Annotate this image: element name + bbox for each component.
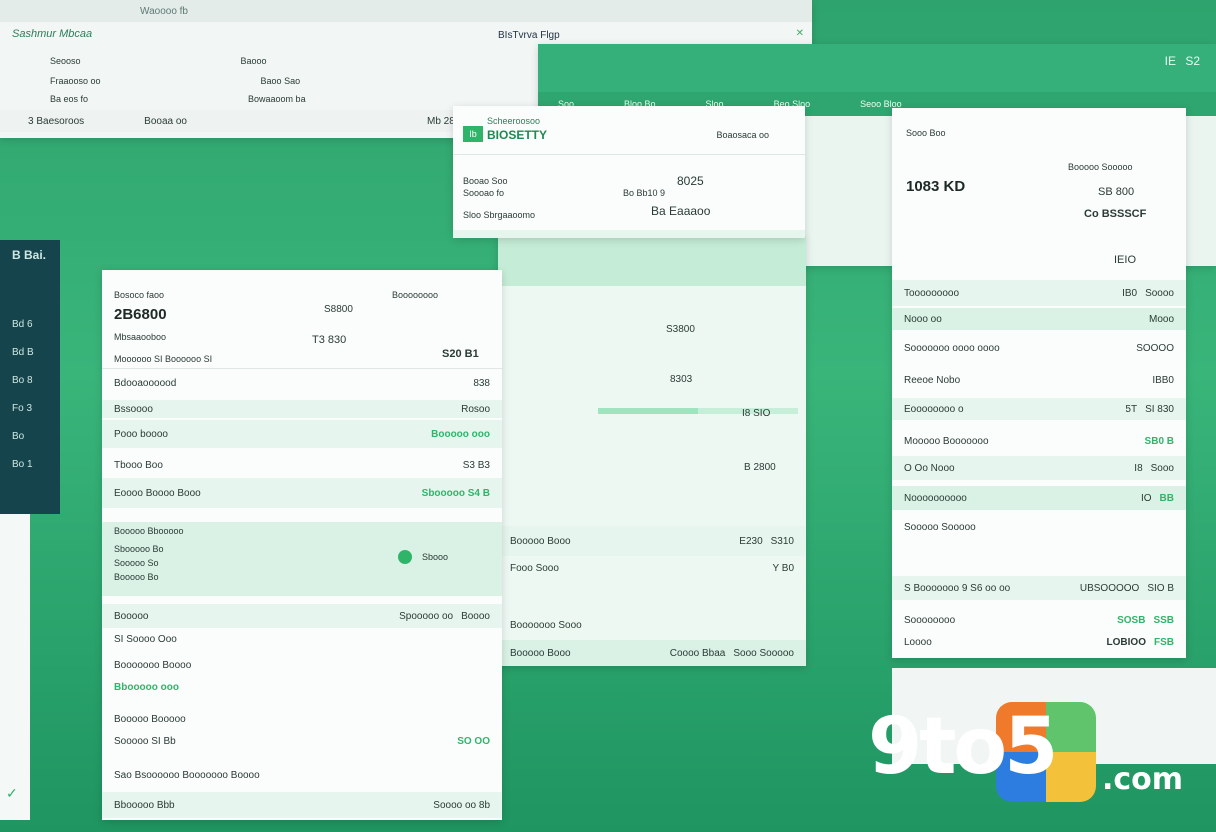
card-center-value: Ba Eaaaoo bbox=[651, 204, 711, 218]
panel-mid-row: Fooo Sooo Y B0 bbox=[510, 562, 794, 574]
card-left-row-label: Moooooo SI Boooooo SI bbox=[114, 354, 213, 364]
amount: 8303 bbox=[670, 374, 693, 385]
card-left-row: Sooooo SI Bb SO OO bbox=[114, 735, 490, 747]
card-left-block-label: Booooo Bbooooo bbox=[114, 526, 184, 536]
card-left-row: Pooo boooo Booooo ooo bbox=[102, 420, 502, 448]
card-left-row: Bssoooo Rosoo bbox=[102, 400, 502, 418]
card-right-row: O Oo Nooo I8 Sooo bbox=[892, 456, 1186, 480]
brand-logo: 9to5 .com bbox=[868, 700, 1198, 810]
tab-title[interactable]: Waoooo fb bbox=[140, 6, 188, 17]
top-window-titlebar bbox=[0, 0, 812, 22]
card-center-line: Soooao fo bbox=[463, 188, 505, 198]
card-left-right-amount: S20 B1 bbox=[442, 348, 479, 360]
card-left-row: Sao Bsoooooo Booooooo Boooo bbox=[114, 769, 260, 781]
card-right-row: S Booooooo 9 S6 oo oo UBSOOOOO SIO B bbox=[892, 576, 1186, 600]
sidebar-item[interactable]: Bo bbox=[0, 422, 60, 450]
card-left-footer: Bbooooo Bbb Soooo oo 8b bbox=[102, 792, 502, 818]
card-left-right-amount: S8800 bbox=[324, 304, 353, 315]
sidebar: B Bai. Bd 6 Bd B Bo 8 Fo 3 Bo Bo 1 bbox=[0, 240, 60, 514]
sidebar-item[interactable]: Bo 8 bbox=[0, 366, 60, 394]
card-left-row: Booooo Spooooo oo Boooo bbox=[102, 604, 502, 628]
card-right-row: Eoooooooo o 5T SI 830 bbox=[892, 398, 1186, 420]
panel-mid-right: S3800 8303 I8 SIO B 2800 Booooo Booo E230… bbox=[498, 236, 806, 666]
card-right-row: Nooo oo Mooo bbox=[892, 308, 1186, 330]
card-left-block-label: Booooo Bo bbox=[114, 572, 159, 582]
card-left-title-label: Mbsaaooboo bbox=[114, 332, 167, 342]
card-right-big-number: 1083 KD bbox=[906, 178, 966, 195]
window-b-right-icon[interactable]: S2 bbox=[1185, 54, 1200, 68]
card-center-line: Sloo Sbrgaaoomo bbox=[463, 210, 536, 220]
card-left-title-total: 2B6800 bbox=[114, 306, 167, 323]
left-strip: ✓ bbox=[0, 514, 30, 820]
card-right-status: IEIO bbox=[1114, 254, 1137, 266]
card-right-row: Reeoe Nobo IBB0 bbox=[904, 374, 1174, 386]
card-right-row: Sooooo Sooooo bbox=[904, 521, 976, 533]
card-left: Bosoco faoo 2B6800 Mbsaaooboo Boooooooo … bbox=[102, 270, 502, 820]
card-center-value: 8025 bbox=[677, 174, 704, 188]
card-center: Ib Scheeroosoo BIOSETTY Boaosaca oo Booa… bbox=[453, 106, 805, 238]
toolbar-row: Seooso Baooo bbox=[50, 56, 267, 66]
amount: S3800 bbox=[666, 324, 695, 335]
status-mid: Booaa oo bbox=[144, 115, 187, 127]
card-center-logo-icon: Ib bbox=[463, 126, 483, 142]
card-center-value: Bo Bb10 9 bbox=[623, 188, 666, 198]
panel-mid-header bbox=[498, 236, 806, 286]
toolbar-row: Fraaooso oo Baoo Sao bbox=[50, 76, 301, 86]
window-b-right-icon[interactable]: IE bbox=[1165, 54, 1176, 68]
card-center-title: BIOSETTY bbox=[487, 128, 548, 142]
sidebar-title: B Bai. bbox=[12, 248, 47, 262]
window-b-header bbox=[538, 44, 1216, 92]
panel-mid-footer: Booooo Booo Coooo Bbaa Sooo Sooooo bbox=[498, 640, 806, 666]
sidebar-item[interactable]: Bo 1 bbox=[0, 450, 60, 478]
toolbar-row: Ba eos fo Bowaaoom ba bbox=[50, 94, 306, 104]
panel-mid-row: Booooooo Sooo bbox=[510, 619, 582, 631]
logo-suffix: .com bbox=[1102, 762, 1184, 797]
card-center-bottom bbox=[453, 230, 805, 238]
close-icon[interactable]: ✕ bbox=[796, 28, 804, 39]
card-left-row: Booooooo Boooo bbox=[114, 659, 192, 671]
status-left: 3 Baesoroos bbox=[28, 115, 85, 127]
sidebar-item[interactable]: Bd 6 bbox=[0, 310, 60, 338]
card-center-line: Booao Soo bbox=[463, 176, 508, 186]
card-right-label: Booooo Sooooo bbox=[1068, 162, 1133, 172]
card-left-right-amount: T3 830 bbox=[312, 334, 347, 346]
card-left-block-label: Sooooo So bbox=[114, 558, 159, 568]
card-left-right-title: Boooooooo bbox=[392, 290, 439, 300]
card-center-meta: Boaosaca oo bbox=[716, 130, 769, 140]
card-left-row: Tbooo Boo S3 B3 bbox=[114, 459, 490, 471]
card-center-subtitle: Scheeroosoo bbox=[487, 116, 541, 126]
check-icon: ✓ bbox=[6, 785, 18, 801]
amount: B 2800 bbox=[744, 462, 776, 473]
sidebar-item[interactable]: Fo 3 bbox=[0, 394, 60, 422]
card-right-row: Mooooo Booooooo SB0 B bbox=[904, 435, 1174, 447]
panel-mid-row: Booooo Booo E230 S310 bbox=[498, 526, 806, 556]
card-left-row: Eoooo Boooo Booo Sbooooo S4 B bbox=[102, 478, 502, 508]
card-right-value: Co BSSSCF bbox=[1084, 208, 1147, 220]
app-title: Sashmur Mbcaa bbox=[12, 28, 93, 40]
card-left-row: SI Soooo Ooo bbox=[114, 633, 177, 645]
card-right-row: Sooooooo oooo oooo SOOOO bbox=[904, 342, 1174, 354]
sidebar-item[interactable]: Bd B bbox=[0, 338, 60, 366]
divider bbox=[102, 368, 502, 369]
card-right-value: SB 800 bbox=[1098, 186, 1135, 198]
card-right-row: Loooo LOBIOO FSB bbox=[904, 636, 1174, 648]
card-right-row: Tooooooooo IB0 Soooo bbox=[892, 280, 1186, 306]
card-right: Sooo Boo 1083 KD Booooo Sooooo SB 800 Co… bbox=[892, 108, 1186, 658]
card-right-row: Noooooooooo IO BB bbox=[892, 486, 1186, 510]
url-label: BIsTvrva Flgp bbox=[498, 30, 560, 41]
card-left-row: Booooo Booooo bbox=[114, 713, 186, 725]
card-left-row: Bbooooo ooo bbox=[114, 681, 179, 693]
status-dot-icon bbox=[398, 550, 412, 564]
card-right-row: Soooooooo SOSB SSB bbox=[904, 614, 1174, 626]
card-right-top-label: Sooo Boo bbox=[906, 128, 946, 138]
card-left-block-value: Sbooo bbox=[422, 552, 449, 562]
logo-text: 9to5 bbox=[868, 702, 1058, 792]
card-left-row: Bdooaoooood 838 bbox=[114, 377, 490, 389]
divider bbox=[453, 154, 805, 155]
card-left-block-label: Sbooooo Bo bbox=[114, 544, 164, 554]
amount: I8 SIO bbox=[742, 408, 771, 419]
card-left-subheader: Bosoco faoo bbox=[114, 290, 165, 300]
